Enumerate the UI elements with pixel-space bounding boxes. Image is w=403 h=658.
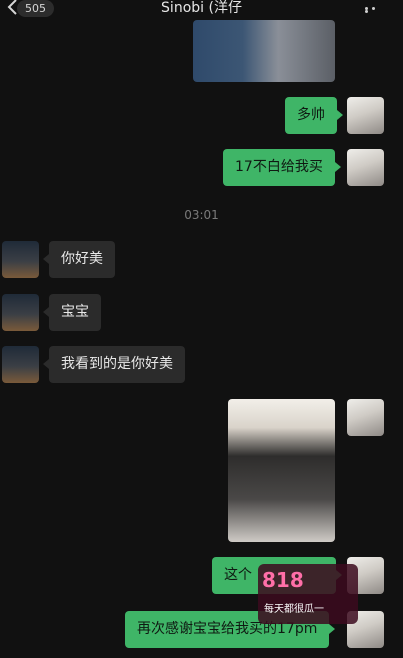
chat-header: 505 Sinobi (洋仔 xyxy=(0,0,403,20)
contact-avatar[interactable] xyxy=(2,346,39,383)
message-bubble-incoming[interactable]: 你好美 xyxy=(43,241,115,278)
self-avatar[interactable] xyxy=(347,149,384,186)
chat-title: Sinobi (洋仔 xyxy=(161,0,242,16)
watermark-tagline: 每天都很瓜一 xyxy=(264,604,324,615)
message-bubble-incoming[interactable]: 我看到的是你好美 xyxy=(43,346,185,383)
watermark-logo: 818 xyxy=(262,568,304,592)
message-bubble-incoming[interactable]: 宝宝 xyxy=(43,294,101,331)
contact-avatar[interactable] xyxy=(2,241,39,278)
message-bubble-outgoing[interactable]: 17不白给我买 xyxy=(223,149,341,186)
self-avatar[interactable] xyxy=(347,97,384,134)
contact-avatar[interactable] xyxy=(2,294,39,331)
message-bubble-outgoing[interactable]: 多帅 xyxy=(285,97,343,134)
image-message-2[interactable] xyxy=(228,399,335,542)
time-divider: 03:01 xyxy=(184,208,219,222)
more-options-icon[interactable] xyxy=(365,7,383,13)
self-avatar[interactable] xyxy=(347,399,384,436)
site-watermark: 818 每天都很瓜一 xyxy=(258,564,358,624)
image-message-1[interactable] xyxy=(193,20,335,82)
